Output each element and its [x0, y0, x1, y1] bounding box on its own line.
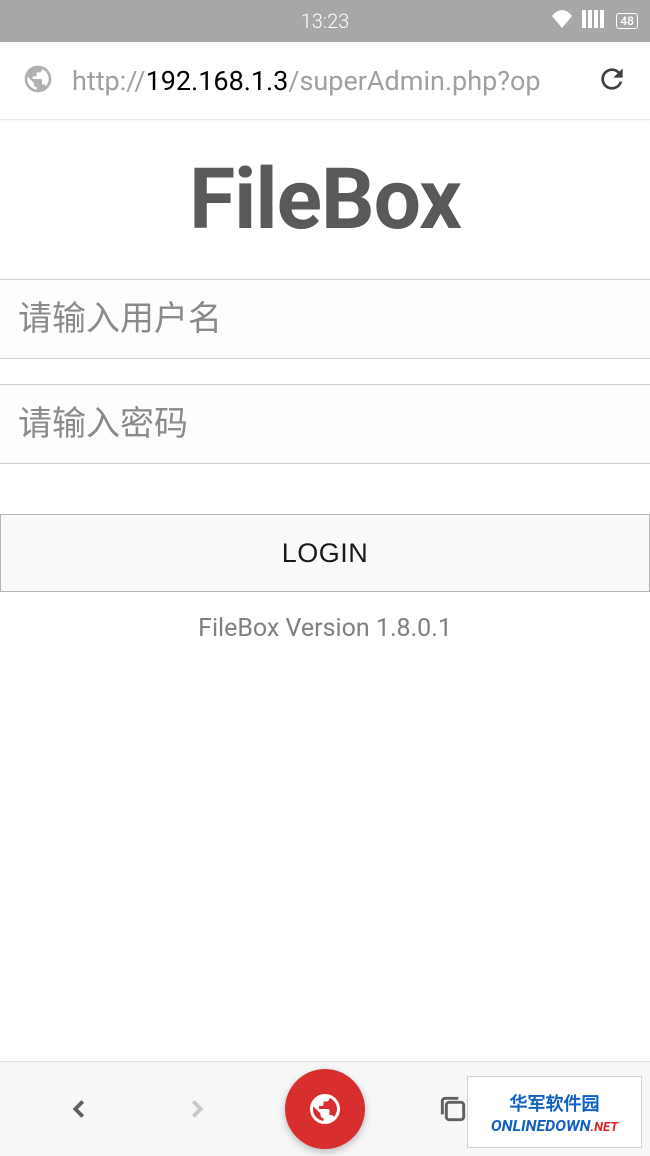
username-input[interactable]: [0, 279, 650, 359]
signal-icon: [582, 9, 608, 33]
login-button[interactable]: LOGIN: [0, 514, 650, 592]
back-button[interactable]: [49, 1079, 109, 1139]
status-right: 48: [550, 9, 638, 33]
battery-icon: 48: [616, 13, 638, 29]
app-title: FileBox: [0, 150, 650, 249]
watermark-net: .NET: [591, 1120, 619, 1135]
watermark-en: ONLINEDOWN: [491, 1116, 591, 1135]
refresh-icon[interactable]: [596, 63, 628, 99]
status-time: 13:23: [301, 9, 350, 33]
password-input[interactable]: [0, 384, 650, 464]
watermark: 华军软件园 ONLINEDOWN.NET: [467, 1076, 642, 1148]
forward-button[interactable]: [167, 1079, 227, 1139]
url-prefix: http://: [72, 65, 146, 97]
version-text: FileBox Version 1.8.0.1: [0, 614, 650, 643]
wifi-icon: [550, 9, 574, 33]
status-bar: 13:23 48: [0, 0, 650, 42]
browser-url-bar: http://192.168.1.3/superAdmin.php?op: [0, 42, 650, 120]
watermark-cn: 华军软件园: [510, 1090, 600, 1116]
globe-icon: [22, 63, 54, 99]
url-path: /superAdmin.php?op: [288, 65, 540, 97]
home-button[interactable]: [285, 1069, 365, 1149]
url-ip: 192.168.1.3: [146, 65, 289, 97]
page-content: FileBox LOGIN FileBox Version 1.8.0.1: [0, 120, 650, 643]
url-input[interactable]: http://192.168.1.3/superAdmin.php?op: [72, 65, 578, 97]
